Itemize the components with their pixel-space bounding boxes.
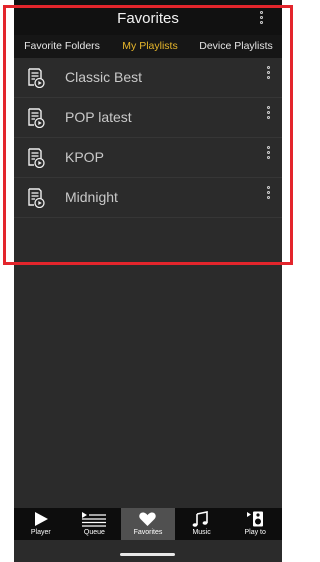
tab-label: Player xyxy=(30,529,51,536)
tab-label: Queue xyxy=(83,529,105,536)
tab-label: Music xyxy=(192,529,211,536)
more-vertical-icon[interactable] xyxy=(267,106,271,121)
playlist-list: Classic Best POP latest KPOP Midnight xyxy=(14,58,282,218)
tab-label: Play to xyxy=(244,529,266,536)
play-icon xyxy=(35,512,48,526)
speaker-icon xyxy=(247,511,264,527)
playlist-icon xyxy=(28,68,45,88)
more-vertical-icon[interactable] xyxy=(260,11,264,26)
tab-play-to[interactable]: Play to xyxy=(228,508,282,540)
playlist-row[interactable]: POP latest xyxy=(14,98,282,138)
more-vertical-icon[interactable] xyxy=(267,146,271,161)
tab-label: Favorites xyxy=(133,529,163,536)
home-indicator xyxy=(120,553,175,556)
playlist-icon xyxy=(28,188,45,208)
queue-icon xyxy=(81,512,106,527)
page-title: Favorites xyxy=(117,10,179,27)
tab-device-playlists[interactable]: Device Playlists xyxy=(190,35,282,58)
more-vertical-icon[interactable] xyxy=(267,186,271,201)
music-note-icon xyxy=(192,511,208,527)
playlist-row[interactable]: Classic Best xyxy=(14,58,282,98)
playlist-name: POP latest xyxy=(65,109,132,125)
tab-music[interactable]: Music xyxy=(175,508,229,540)
more-vertical-icon[interactable] xyxy=(267,66,271,81)
tab-my-playlists[interactable]: My Playlists xyxy=(110,35,190,58)
playlist-icon xyxy=(28,148,45,168)
playlist-icon xyxy=(28,108,45,128)
tab-queue[interactable]: Queue xyxy=(68,508,122,540)
playlist-name: Midnight xyxy=(65,189,118,205)
playlist-name: KPOP xyxy=(65,149,104,165)
playlist-row[interactable]: KPOP xyxy=(14,138,282,178)
app-screen: Favorites Favorite Folders My Playlists … xyxy=(14,0,282,562)
playlist-row[interactable]: Midnight xyxy=(14,178,282,218)
tab-bar-top: Favorite Folders My Playlists Device Pla… xyxy=(14,35,282,58)
bottom-tab-bar: Player Queue Favorites Music Play to xyxy=(14,508,282,540)
tab-favorite-folders[interactable]: Favorite Folders xyxy=(14,35,110,58)
heart-icon xyxy=(139,512,156,526)
tab-player[interactable]: Player xyxy=(14,508,68,540)
playlist-name: Classic Best xyxy=(65,69,143,85)
header: Favorites xyxy=(14,5,282,35)
tab-favorites[interactable]: Favorites xyxy=(121,508,175,540)
